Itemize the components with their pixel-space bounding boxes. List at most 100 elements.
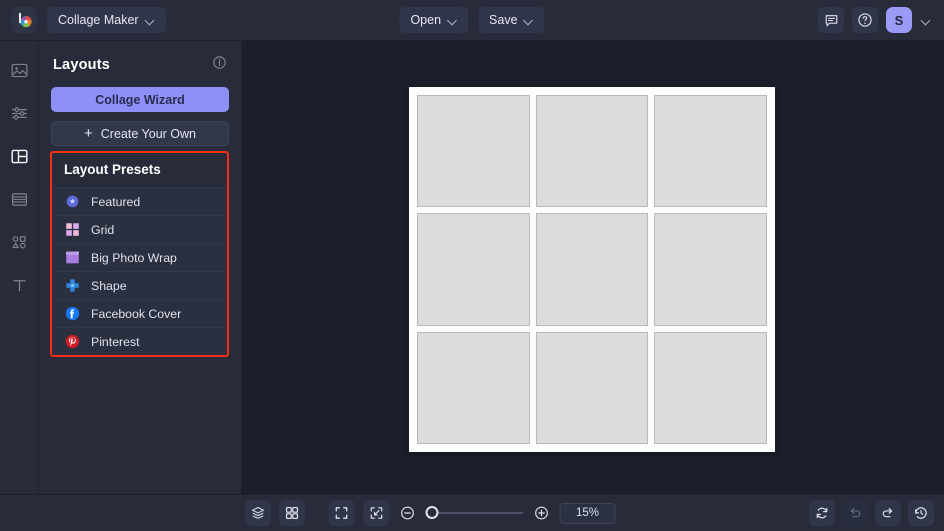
zoom-in-button[interactable]	[533, 504, 551, 522]
page-title: Layouts	[53, 57, 110, 73]
befunky-logo-icon[interactable]	[11, 7, 37, 33]
zoom-slider[interactable]	[425, 506, 524, 520]
question-circle-icon	[858, 13, 872, 27]
preset-label: Shape	[91, 278, 127, 293]
layout-presets-list: Featured Grid Big Photo Wrap Shape Faceb…	[52, 187, 227, 355]
preset-label: Facebook Cover	[91, 306, 182, 321]
canvas-area[interactable]	[242, 41, 944, 494]
info-circle-icon[interactable]	[212, 55, 227, 75]
help-button[interactable]	[852, 7, 878, 33]
top-toolbar: Collage Maker Open Save S	[0, 0, 944, 41]
preset-item-featured[interactable]: Featured	[52, 187, 227, 215]
shape-cross-icon	[64, 278, 80, 294]
preset-label: Featured	[91, 194, 141, 209]
create-your-own-button[interactable]: + Create Your Own	[51, 121, 229, 146]
minus-circle-icon	[401, 506, 414, 520]
collage-cell[interactable]	[654, 213, 767, 326]
app-body: Layouts Collage Wizard + Create Your Own	[0, 41, 944, 494]
fit-to-screen-button[interactable]	[328, 500, 355, 526]
rail-item-textures[interactable]	[6, 186, 32, 212]
collage-cell[interactable]	[417, 213, 530, 326]
app-switcher-label: Collage Maker	[58, 13, 139, 27]
layers-icon	[251, 507, 265, 519]
big-photo-wrap-icon	[64, 250, 80, 266]
account-actions: S	[818, 7, 936, 33]
zoom-controls: 15%	[328, 500, 616, 526]
rail-item-customize[interactable]	[6, 100, 32, 126]
open-button-label: Open	[410, 13, 442, 27]
zoom-level-input[interactable]: 15%	[559, 502, 616, 524]
zoom-level-value: 15%	[575, 507, 600, 519]
file-actions: Open Save	[399, 7, 545, 33]
facebook-icon	[64, 306, 80, 322]
open-button[interactable]: Open	[399, 7, 469, 33]
preset-label: Grid	[91, 222, 115, 237]
zoom-slider-handle[interactable]	[425, 506, 439, 519]
preset-item-grid[interactable]: Grid	[52, 215, 227, 243]
panel-header: Layouts	[39, 41, 241, 75]
avatar-initial: S	[894, 12, 904, 28]
history-clock-icon	[914, 507, 927, 519]
undo-icon	[850, 508, 861, 518]
plus-icon: +	[84, 125, 93, 142]
image-icon	[11, 63, 27, 77]
collage-grid	[417, 95, 767, 444]
collage-cell[interactable]	[417, 95, 530, 208]
preset-item-pinterest[interactable]: Pinterest	[52, 327, 227, 355]
plus-circle-icon	[535, 506, 548, 520]
pinterest-icon	[64, 334, 80, 350]
layout-presets-title: Layout Presets	[64, 162, 161, 177]
history-button[interactable]	[908, 500, 934, 526]
rail-item-text[interactable]	[6, 272, 32, 298]
collage-maker-app: Collage Maker Open Save S Layouts Collag…	[0, 0, 944, 531]
bottom-left-tools	[245, 500, 305, 526]
redo-button[interactable]	[875, 500, 901, 526]
collage-canvas[interactable]	[409, 87, 775, 452]
preset-label: Big Photo Wrap	[91, 250, 177, 265]
redo-icon	[882, 508, 893, 518]
collage-cell[interactable]	[654, 95, 767, 208]
chevron-down-icon	[448, 16, 457, 25]
zoom-out-button[interactable]	[399, 504, 417, 522]
preset-item-shape[interactable]: Shape	[52, 271, 227, 299]
collage-cell[interactable]	[417, 331, 530, 444]
rail-item-layouts[interactable]	[6, 143, 32, 169]
rail-item-image-manager[interactable]	[6, 57, 32, 83]
shrink-to-content-icon	[370, 507, 383, 519]
thumbnails-button[interactable]	[279, 500, 305, 526]
history-controls	[809, 500, 934, 526]
create-your-own-label: Create Your Own	[100, 126, 196, 141]
chevron-down-icon	[922, 16, 931, 25]
app-switcher-menu[interactable]: Collage Maker	[47, 7, 166, 33]
collage-cell[interactable]	[535, 331, 649, 444]
reset-button[interactable]	[809, 500, 835, 526]
chevron-down-icon	[525, 16, 534, 25]
fit-to-screen-icon	[335, 507, 348, 519]
fit-content-button[interactable]	[363, 500, 390, 526]
preset-item-big-photo-wrap[interactable]: Big Photo Wrap	[52, 243, 227, 271]
collage-cell[interactable]	[654, 331, 767, 444]
featured-wreath-icon	[64, 194, 80, 210]
layers-button[interactable]	[245, 500, 271, 526]
collage-wizard-button[interactable]: Collage Wizard	[51, 87, 229, 112]
feedback-button[interactable]	[818, 7, 844, 33]
collage-cell[interactable]	[535, 95, 649, 208]
layouts-icon	[10, 149, 28, 163]
panel-actions: Collage Wizard + Create Your Own	[39, 75, 241, 146]
sliders-icon	[11, 106, 27, 120]
preset-item-facebook-cover[interactable]: Facebook Cover	[52, 299, 227, 327]
layout-presets-highlight: Layout Presets Featured Grid Big Photo W…	[50, 151, 229, 357]
chevron-down-icon	[146, 16, 155, 25]
collage-wizard-label: Collage Wizard	[95, 92, 185, 107]
rail-item-graphics[interactable]	[6, 229, 32, 255]
preset-label: Pinterest	[91, 334, 140, 349]
undo-button[interactable]	[842, 500, 868, 526]
account-menu-toggle[interactable]	[920, 16, 932, 25]
grid-squares-icon	[64, 222, 80, 238]
grid-view-icon	[285, 506, 299, 520]
avatar[interactable]: S	[886, 7, 912, 33]
save-button-label: Save	[489, 13, 518, 27]
zoom-slider-track	[425, 512, 524, 514]
save-button[interactable]: Save	[478, 7, 545, 33]
collage-cell[interactable]	[535, 213, 649, 326]
